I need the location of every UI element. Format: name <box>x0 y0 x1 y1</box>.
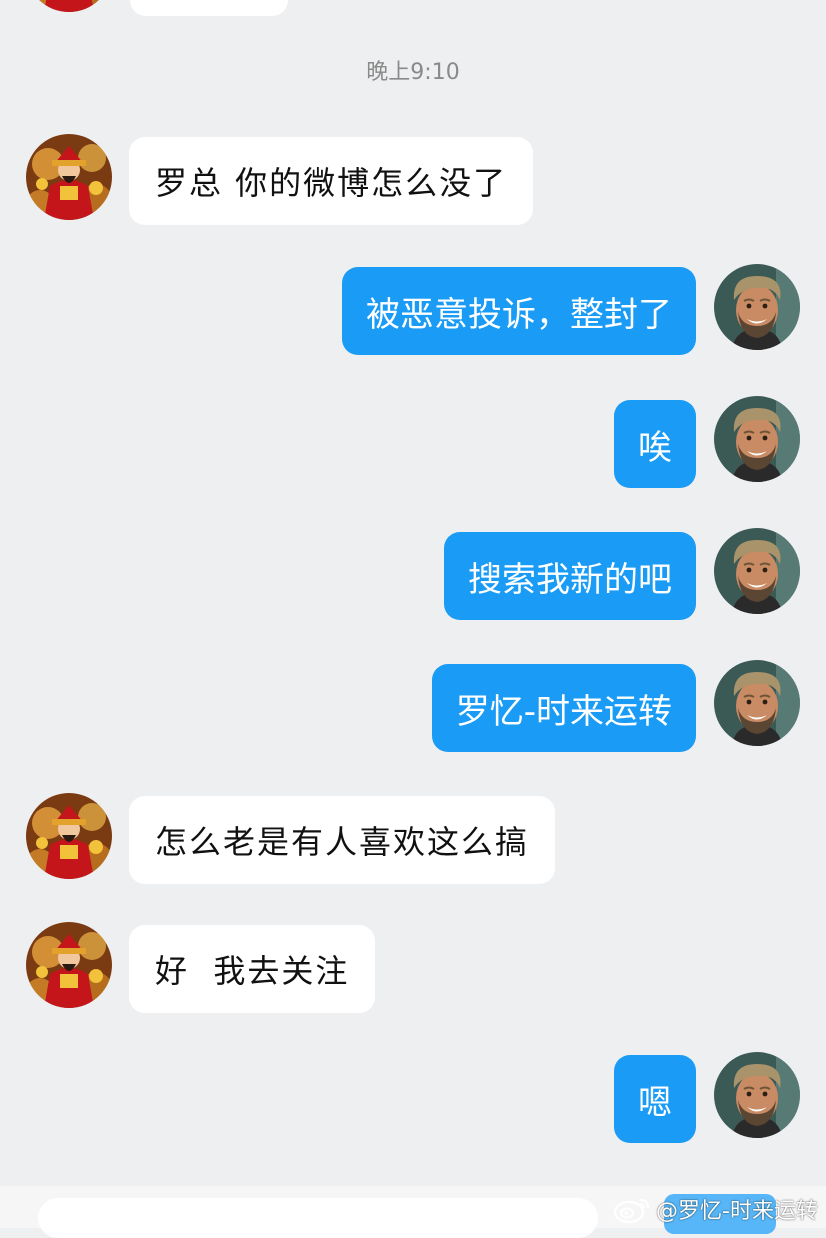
incoming-message-bubble[interactable]: 罗总 你的微博怎么没了 <box>129 137 534 225</box>
smiling-bearded-man-avatar-icon[interactable] <box>714 660 800 746</box>
outgoing-message-bubble[interactable]: 被恶意投诉，整封了 <box>342 267 696 355</box>
outgoing-message-bubble[interactable]: 罗忆-时来运转 <box>431 664 696 752</box>
outgoing-message-bubble[interactable]: 嗯 <box>614 1055 696 1143</box>
incoming-message-bubble[interactable]: 好 我去关注 <box>129 925 376 1013</box>
watermark-text: @罗忆-时来运转 <box>656 1199 818 1224</box>
message-input[interactable] <box>38 1198 598 1238</box>
outgoing-message-bubble[interactable]: 唉 <box>614 400 696 488</box>
smiling-bearded-man-avatar-icon[interactable] <box>714 528 800 614</box>
smiling-bearded-man-avatar-icon[interactable] <box>714 1052 800 1138</box>
previous-message-bubble[interactable] <box>130 0 288 16</box>
weibo-logo-icon <box>613 1198 650 1224</box>
caishen-avatar-icon[interactable] <box>26 134 112 220</box>
contact-avatar-icon[interactable] <box>26 0 112 12</box>
incoming-message-bubble[interactable]: 怎么老是有人喜欢这么搞 <box>129 796 556 884</box>
caishen-avatar-icon[interactable] <box>26 793 112 879</box>
smiling-bearded-man-avatar-icon[interactable] <box>714 396 800 482</box>
weibo-watermark: @罗忆-时来运转 <box>612 1194 818 1224</box>
outgoing-message-bubble[interactable]: 搜索我新的吧 <box>444 532 696 620</box>
smiling-bearded-man-avatar-icon[interactable] <box>714 264 800 350</box>
caishen-avatar-icon[interactable] <box>26 922 112 1008</box>
message-timestamp: 晚上9:10 <box>366 60 460 85</box>
